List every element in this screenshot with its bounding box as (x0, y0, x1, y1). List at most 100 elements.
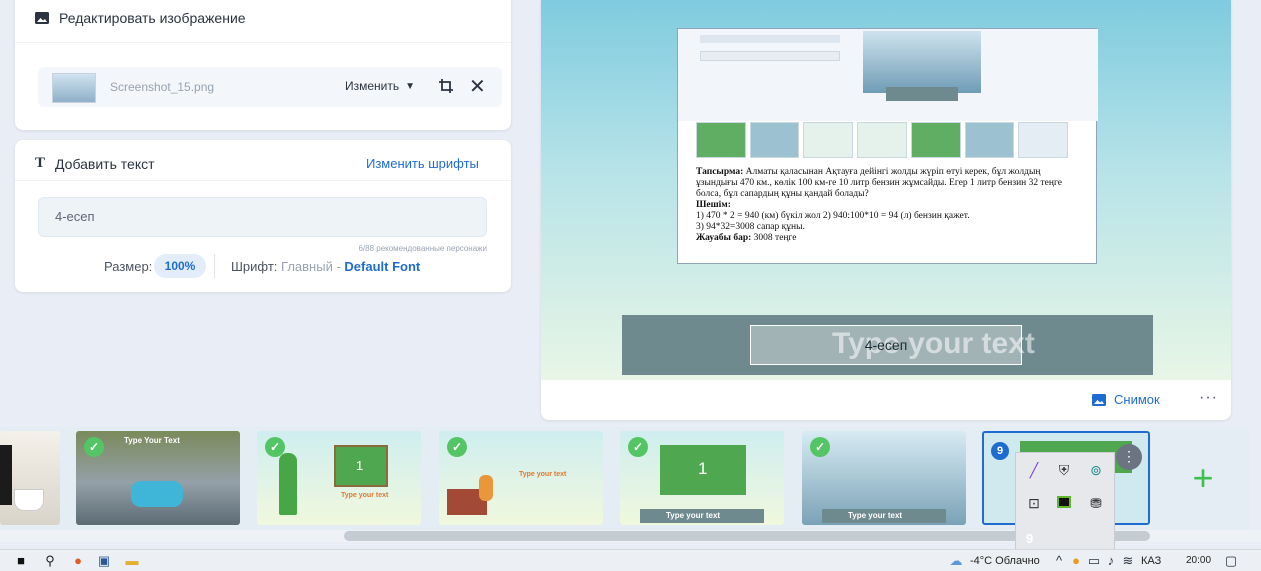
thumb-band: Type your text (640, 509, 764, 523)
folder-icon[interactable]: ▬ (124, 553, 140, 569)
character-image (279, 453, 297, 515)
slide-thumb[interactable]: ✓ 1 Type your text (257, 431, 421, 525)
band-text-box[interactable]: 4-есеп (750, 325, 1022, 365)
doc-thumb (749, 122, 800, 158)
band-text: 4-есеп (864, 337, 908, 353)
windows-start-icon[interactable]: ■ (13, 553, 29, 569)
snapshot-label: Снимок (1114, 392, 1160, 407)
slide-thumb[interactable] (0, 431, 60, 525)
slide-preview: Тапсырма: Алматы қаласынан Ақтауға дейін… (541, 0, 1231, 420)
edit-image-title: Редактировать изображение (59, 10, 246, 26)
thumb-sub: Type your text (666, 511, 721, 520)
doc-thumb (964, 122, 1015, 158)
check-icon: ✓ (628, 437, 648, 457)
separator (214, 254, 215, 278)
pen-icon[interactable]: ╱ (1026, 462, 1042, 478)
word-icon[interactable]: ▣ (96, 553, 112, 569)
size-value-button[interactable]: 100% (154, 254, 206, 278)
char-count: 6/88 рекомендованные персонажи (358, 244, 487, 253)
chrome-icon[interactable]: ● (70, 553, 86, 569)
ghost-badge: 9 (1026, 531, 1034, 546)
slide-thumb[interactable]: ✓ 1 Type your text (620, 431, 784, 525)
check-icon: ✓ (447, 437, 467, 457)
task-label: Тапсырма: (696, 167, 744, 177)
change-image-button[interactable]: Изменить ▼ (345, 79, 415, 93)
add-slide-button[interactable]: + (1158, 431, 1248, 525)
doc-screenshot (678, 29, 1098, 121)
doc-thumb (803, 122, 854, 158)
language-indicator[interactable]: КАЗ (1141, 555, 1161, 567)
file-name: Screenshot_15.png (110, 80, 215, 94)
check-icon: ✓ (810, 437, 830, 457)
doc-thumb (696, 122, 746, 158)
snapshot-button[interactable]: Снимок (1092, 392, 1160, 407)
answer-label: Жауабы бар: (696, 233, 752, 243)
check-icon: ✓ (84, 437, 104, 457)
nvidia-icon[interactable] (1056, 495, 1072, 511)
thumb-label: Type your text (848, 511, 903, 520)
add-text-title: Добавить текст (55, 155, 155, 172)
solution-line-2: 3) 94*32=3008 сапар құны. (696, 222, 805, 232)
network-icon[interactable]: ⛃ (1088, 495, 1104, 511)
camera-icon[interactable]: ⊡ (1026, 495, 1042, 511)
shield-icon[interactable]: ⛨ (1056, 462, 1072, 478)
notifications-icon[interactable]: ▢ (1223, 553, 1239, 569)
slide-thumb[interactable]: ✓ Type your text (439, 431, 603, 525)
green-board: 1 (660, 445, 746, 495)
clock[interactable]: 20:00 (1186, 555, 1211, 566)
add-text-header: T Добавить текст (35, 155, 155, 172)
image-icon (1092, 393, 1106, 406)
solution-line-1: 1) 470 * 2 = 940 (км) бүкіл жол 2) 940:1… (696, 211, 970, 221)
divider (15, 180, 511, 181)
slide-thumb[interactable]: ✓ Type your text (802, 431, 966, 525)
board-image: 1 (334, 445, 388, 487)
close-icon[interactable]: ✕ (469, 74, 486, 99)
board-number: 1 (698, 459, 708, 478)
cup-image (14, 489, 44, 511)
answer-text: 3008 теңге (753, 233, 797, 243)
board-number: 1 (356, 458, 364, 473)
battery-icon[interactable]: ▭ (1086, 553, 1102, 569)
worker-image (479, 475, 493, 501)
change-image-label: Изменить (345, 79, 400, 93)
doc-text-band (886, 87, 958, 101)
text-band: Type your text 4-есеп (622, 315, 1153, 375)
add-text-panel: T Добавить текст Изменить шрифты 4-есеп … (15, 140, 511, 292)
font-selector[interactable]: Шрифт: Главный - Default Font (231, 259, 420, 274)
solution-label: Шешім: (696, 200, 731, 210)
change-fonts-link[interactable]: Изменить шрифты (366, 156, 479, 171)
tray-app-icon[interactable]: ● (1068, 553, 1084, 569)
phone-image (0, 445, 12, 505)
font-label: Шрифт: (231, 259, 278, 274)
tray-app-icon[interactable]: ⊚ (1088, 462, 1104, 478)
font-default[interactable]: Default Font (344, 259, 420, 274)
doc-thumb (857, 122, 907, 158)
divider (15, 42, 511, 43)
slide-canvas: Тапсырма: Алматы қаласынан Ақтауға дейін… (541, 0, 1231, 380)
thumb-label: Type your text (519, 471, 567, 478)
search-icon[interactable]: ⚲ (42, 553, 58, 569)
task-text: Алматы қаласынан Ақтауға дейінгі жолды ж… (696, 167, 1062, 199)
more-options-button[interactable]: ··· (1199, 389, 1218, 407)
font-main: Главный - (281, 259, 341, 274)
doc-thumb-add (1018, 122, 1069, 158)
text-icon: T (35, 155, 46, 171)
doc-toolbar (700, 35, 840, 43)
slide-number-badge: 9 (991, 442, 1009, 460)
weather-icon: ☁ (949, 553, 963, 568)
slide-thumb[interactable]: ✓ Type Your Text (76, 431, 240, 525)
chevron-up-icon[interactable]: ^ (1051, 553, 1067, 569)
doc-thumb (910, 122, 961, 158)
slide-image[interactable]: Тапсырма: Алматы қаласынан Ақтауға дейін… (677, 28, 1098, 264)
crop-icon[interactable] (438, 78, 454, 99)
text-input[interactable]: 4-есеп (38, 197, 487, 237)
volume-icon[interactable]: ♪ (1103, 553, 1119, 569)
doc-dropdown (700, 51, 840, 61)
file-thumbnail (52, 73, 96, 103)
wifi-icon[interactable]: ≋ (1120, 553, 1136, 569)
weather-text[interactable]: -4°C Облачно (970, 555, 1040, 567)
taskbar: ■ ⚲ ● ▣ ▬ ☁ -4°C Облачно ^ ● ▭ ♪ ≋ КАЗ 2… (0, 549, 1261, 571)
doc-task-text: Тапсырма: Алматы қаласынан Ақтауға дейін… (696, 167, 1080, 244)
more-vert-icon[interactable]: ⋮ (1116, 444, 1142, 470)
image-file-row: Screenshot_15.png Изменить ▼ ✕ (38, 67, 502, 107)
